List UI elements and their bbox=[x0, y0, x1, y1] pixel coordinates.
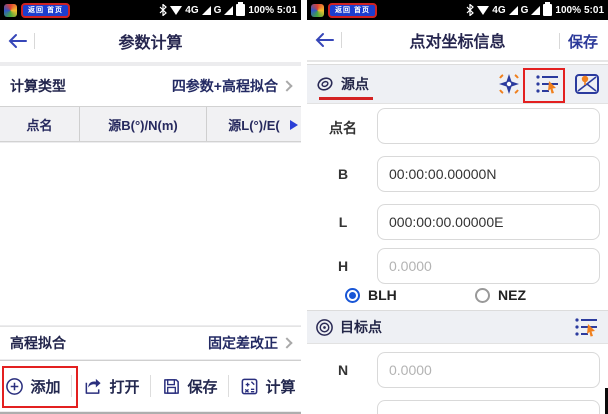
bluetooth-icon bbox=[159, 4, 167, 16]
network-g-label: G bbox=[214, 5, 222, 16]
target-point-actions bbox=[574, 315, 600, 339]
open-button-label: 打开 bbox=[109, 376, 139, 397]
status-icons: 4G G 100% 5:01 bbox=[466, 4, 604, 16]
point-list-picker-icon[interactable] bbox=[574, 315, 600, 339]
status-bar: 返回 首页 4G G 100% 5:01 bbox=[0, 0, 301, 20]
radio-nez-label: NEZ bbox=[498, 287, 526, 303]
calc-type-row[interactable]: 计算类型 四参数+高程拟合 bbox=[0, 66, 301, 106]
coordinate-mode-radios: BLH NEZ bbox=[307, 287, 608, 309]
more-columns-icon[interactable] bbox=[290, 120, 298, 130]
target-point-icon bbox=[315, 318, 334, 337]
divider bbox=[559, 33, 560, 49]
battery-percent: 100% bbox=[555, 5, 581, 16]
status-icons: 4G G 100% 5:01 bbox=[159, 4, 297, 16]
point-list-picker-icon[interactable] bbox=[535, 72, 561, 96]
chevron-right-icon bbox=[281, 80, 292, 91]
right-screen-point-pair-coordinates: 返回 首页 4G G 100% 5:01 点对坐标信息 保存 bbox=[307, 0, 608, 414]
open-button[interactable]: 打开 bbox=[83, 376, 139, 397]
calc-type-label: 计算类型 bbox=[10, 76, 66, 96]
l-longitude-input[interactable] bbox=[377, 204, 600, 240]
calculate-button-label: 计算 bbox=[265, 376, 295, 397]
h-height-input[interactable] bbox=[377, 248, 600, 284]
radio-selected-icon bbox=[345, 288, 360, 303]
point-name-input[interactable] bbox=[377, 108, 600, 144]
floppy-save-icon bbox=[162, 377, 181, 396]
signal-g-icon bbox=[531, 6, 540, 15]
radio-blh-label: BLH bbox=[368, 287, 397, 303]
wifi-icon bbox=[170, 6, 182, 15]
h-label: H bbox=[311, 258, 375, 274]
divider bbox=[150, 375, 151, 397]
source-point-icon bbox=[315, 74, 335, 94]
network-4g-label: 4G bbox=[492, 5, 505, 16]
save-action[interactable]: 保存 bbox=[559, 20, 598, 62]
points-table-empty-body[interactable] bbox=[0, 143, 301, 325]
battery-icon bbox=[236, 4, 245, 16]
save-action-label: 保存 bbox=[568, 31, 598, 52]
calculate-button[interactable]: 计算 bbox=[240, 376, 295, 397]
clock: 5:01 bbox=[584, 5, 604, 16]
return-home-button[interactable]: 返回 首页 bbox=[328, 3, 377, 18]
points-table-header: 点名 源B(°)/N(m) 源L(°)/E( bbox=[0, 106, 301, 142]
divider bbox=[228, 375, 229, 397]
elevation-fitting-label: 高程拟合 bbox=[10, 333, 66, 353]
b-label: B bbox=[311, 166, 375, 182]
page-title: 参数计算 bbox=[0, 29, 301, 53]
red-underline bbox=[319, 97, 373, 100]
l-label: L bbox=[311, 214, 375, 230]
signal-g-icon bbox=[224, 6, 233, 15]
elevation-fitting-value: 固定差改正 bbox=[208, 333, 278, 353]
title-bar: 参数计算 bbox=[0, 20, 301, 62]
signal-4g-icon bbox=[202, 6, 211, 15]
add-circle-icon bbox=[5, 377, 24, 396]
dual-screenshot-canvas: 返回 首页 4G G 100% 5:01 参数计算 计算类型 四参数+高程 bbox=[0, 0, 608, 414]
status-bar: 返回 首页 4G G 100% 5:01 bbox=[307, 0, 608, 20]
b-latitude-input[interactable] bbox=[377, 156, 600, 192]
wifi-icon bbox=[477, 6, 489, 15]
save-button[interactable]: 保存 bbox=[162, 376, 217, 397]
left-screen-parameter-calculation: 返回 首页 4G G 100% 5:01 参数计算 计算类型 四参数+高程 bbox=[0, 0, 301, 414]
compass-locate-icon[interactable] bbox=[496, 71, 522, 97]
radio-nez[interactable]: NEZ bbox=[475, 287, 526, 303]
calculator-icon bbox=[240, 377, 259, 396]
title-bar: 点对坐标信息 保存 bbox=[307, 20, 608, 62]
save-button-label: 保存 bbox=[187, 376, 217, 397]
e-easting-input-partial[interactable] bbox=[377, 400, 600, 414]
return-home-button[interactable]: 返回 首页 bbox=[21, 3, 70, 18]
clock: 5:01 bbox=[277, 5, 297, 16]
calc-type-value: 四参数+高程拟合 bbox=[172, 76, 278, 96]
map-image-icon[interactable] bbox=[574, 72, 600, 96]
source-point-actions bbox=[496, 71, 600, 97]
col-source-l-e[interactable]: 源L(°)/E( bbox=[207, 107, 301, 141]
battery-percent: 100% bbox=[248, 5, 274, 16]
bluetooth-icon bbox=[466, 4, 474, 16]
open-file-icon bbox=[83, 377, 103, 396]
target-point-label: 目标点 bbox=[340, 317, 382, 337]
app-logo-icon bbox=[4, 4, 17, 17]
signal-4g-icon bbox=[509, 6, 518, 15]
col-point-name[interactable]: 点名 bbox=[0, 107, 80, 141]
col-source-l-e-label: 源L(°)/E( bbox=[228, 115, 279, 134]
radio-blh[interactable]: BLH bbox=[345, 287, 397, 303]
source-point-section-header: 源点 bbox=[307, 64, 608, 104]
col-source-b-n[interactable]: 源B(°)/N(m) bbox=[80, 107, 207, 141]
network-g-label: G bbox=[521, 5, 529, 16]
add-button[interactable]: 添加 bbox=[5, 376, 60, 397]
divider bbox=[71, 375, 72, 397]
source-point-label: 源点 bbox=[341, 74, 369, 94]
radio-unselected-icon bbox=[475, 288, 490, 303]
n-label: N bbox=[311, 362, 375, 378]
battery-icon bbox=[543, 4, 552, 16]
elevation-fitting-row[interactable]: 高程拟合 固定差改正 bbox=[0, 326, 301, 359]
target-point-section-header: 目标点 bbox=[307, 310, 608, 344]
add-button-label: 添加 bbox=[30, 376, 60, 397]
bottom-toolbar: 添加 打开 保存 计算 bbox=[0, 360, 301, 411]
network-4g-label: 4G bbox=[185, 5, 198, 16]
n-northing-input[interactable] bbox=[377, 352, 600, 388]
chevron-right-icon bbox=[281, 337, 292, 348]
app-logo-icon bbox=[311, 4, 324, 17]
point-name-label: 点名 bbox=[311, 118, 375, 138]
